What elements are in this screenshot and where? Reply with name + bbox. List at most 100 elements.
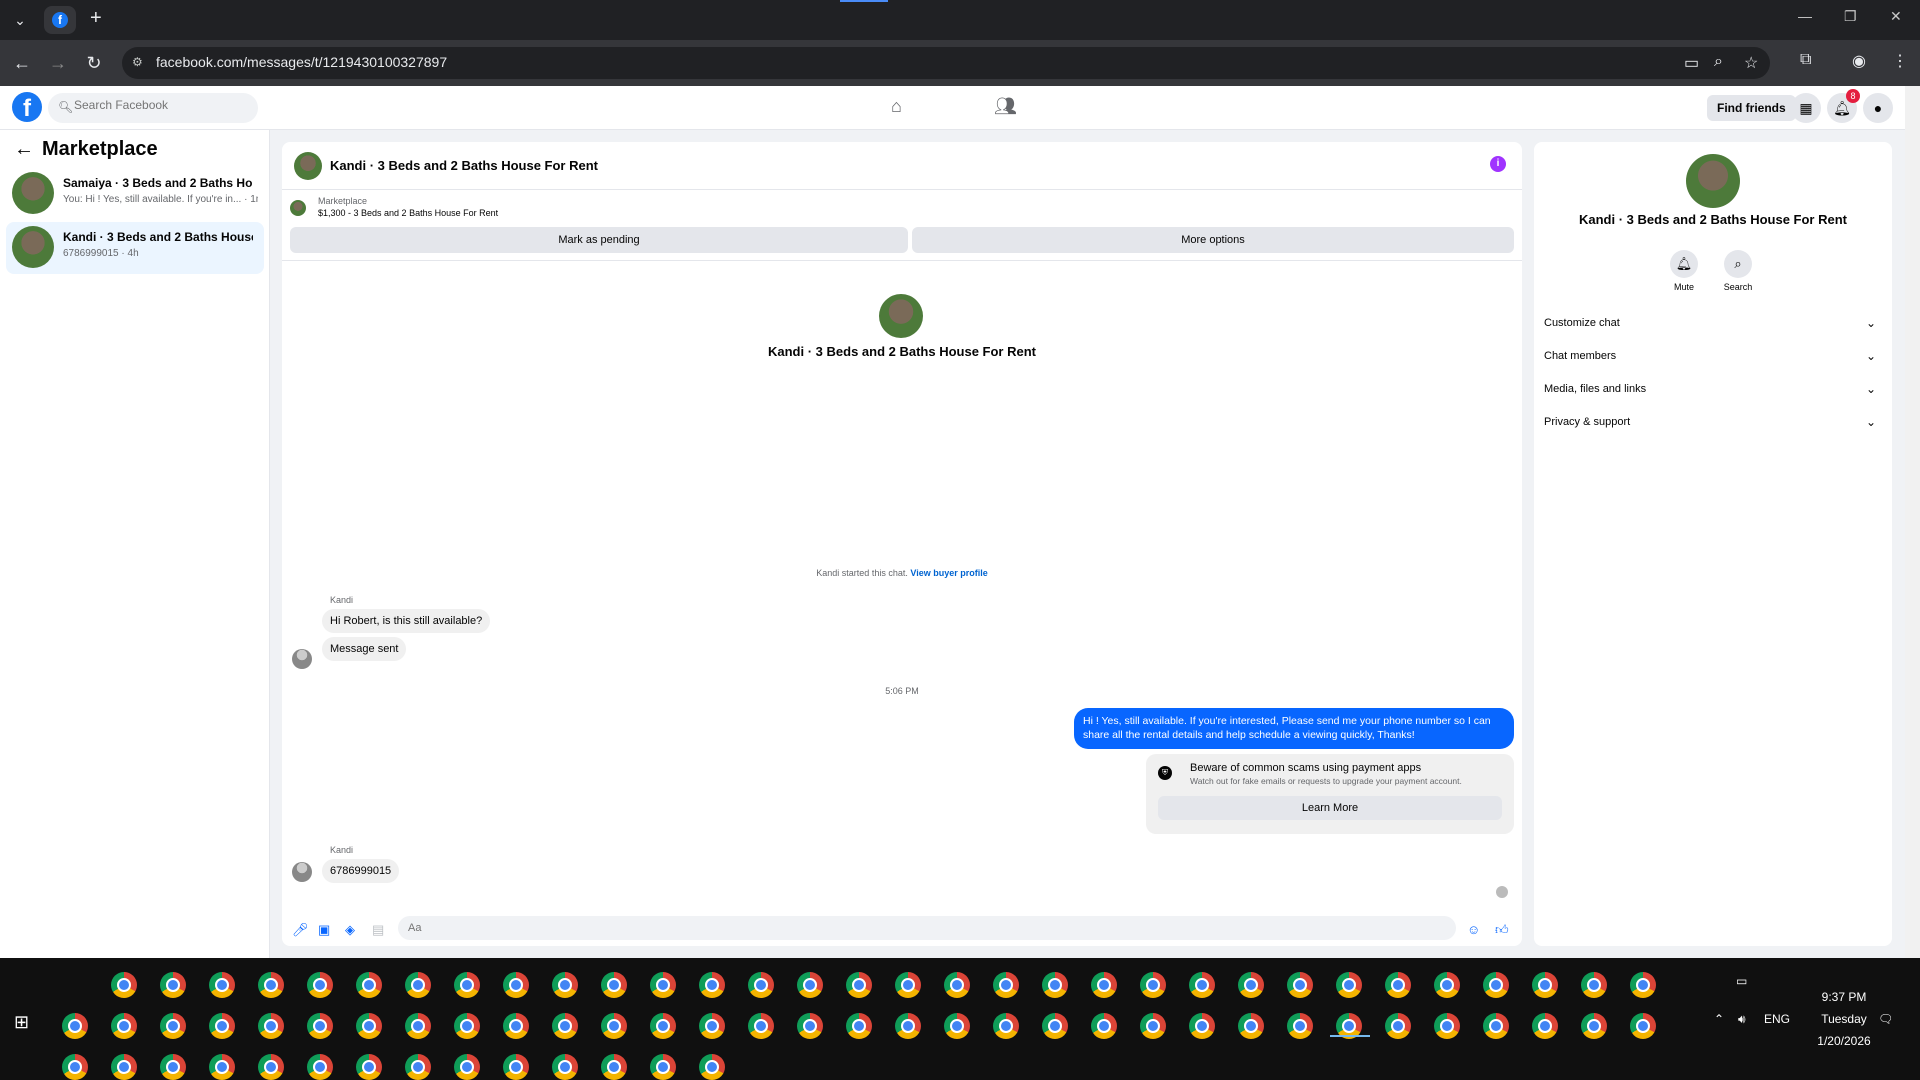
forward-icon[interactable]: →	[46, 51, 70, 75]
taskbar-app-icon[interactable]	[1385, 1013, 1411, 1039]
sticker-icon[interactable]: ◈	[345, 922, 355, 938]
facebook-tab[interactable]: f	[44, 6, 76, 34]
taskbar-app-icon[interactable]	[944, 972, 970, 998]
photo-icon[interactable]: ▣	[318, 922, 330, 938]
find-friends-button[interactable]: Find friends	[1707, 95, 1796, 121]
windows-start-icon[interactable]: ⊞	[14, 1012, 29, 1033]
taskbar-app-icon[interactable]	[1483, 1013, 1509, 1039]
minimize-icon[interactable]: —	[1798, 8, 1812, 24]
chat-members-row[interactable]: Chat members ⌄	[1544, 343, 1882, 369]
taskbar-app-icon[interactable]	[405, 1013, 431, 1039]
page-scrollbar[interactable]	[1905, 86, 1920, 958]
taskbar-app-icon[interactable]	[944, 1013, 970, 1039]
info-icon[interactable]: i	[1490, 156, 1506, 172]
mute-button[interactable]: 🔔︎ Mute	[1664, 250, 1704, 292]
taskbar-app-icon[interactable]	[160, 1013, 186, 1039]
friends-icon[interactable]: 👥︎	[994, 96, 1017, 117]
taskbar-app-icon[interactable]	[62, 1013, 88, 1039]
taskbar-app-icon[interactable]	[503, 972, 529, 998]
taskbar-app-icon[interactable]	[650, 1013, 676, 1039]
taskbar-app-icon[interactable]	[111, 1013, 137, 1039]
taskbar-app-icon[interactable]	[405, 1054, 431, 1080]
taskbar-app-icon[interactable]	[1189, 1013, 1215, 1039]
media-files-links-row[interactable]: Media, files and links ⌄	[1544, 376, 1882, 402]
taskbar-app-icon[interactable]	[307, 972, 333, 998]
taskbar-app-icon[interactable]	[895, 972, 921, 998]
taskbar-app-icon[interactable]	[1140, 972, 1166, 998]
conversation-item[interactable]: Samaiya · 3 Beds and 2 Baths Hou... You:…	[6, 168, 264, 220]
taskbar-app-icon[interactable]	[1091, 1013, 1117, 1039]
apps-grid-icon[interactable]: ▦	[1791, 93, 1821, 123]
taskbar-app-icon[interactable]	[650, 972, 676, 998]
taskbar-app-icon[interactable]	[1483, 972, 1509, 998]
clock-date[interactable]: 1/20/2026	[1808, 1034, 1880, 1048]
message-input[interactable]	[398, 916, 1456, 940]
cast-icon[interactable]: ▭	[1684, 53, 1699, 73]
taskbar-app-icon[interactable]	[1434, 972, 1460, 998]
taskbar-app-icon[interactable]	[748, 1013, 774, 1039]
view-buyer-profile-link[interactable]: View buyer profile	[910, 568, 987, 578]
taskbar-app-icon[interactable]	[601, 972, 627, 998]
taskbar-app-icon[interactable]	[111, 972, 137, 998]
gif-icon[interactable]: ▤	[372, 922, 384, 938]
taskbar-app-icon[interactable]	[1042, 1013, 1068, 1039]
taskbar-app-icon[interactable]	[356, 1054, 382, 1080]
taskbar-app-icon[interactable]	[62, 1054, 88, 1080]
profile-icon[interactable]: ◉	[1852, 51, 1866, 71]
taskbar-app-icon[interactable]	[258, 972, 284, 998]
taskbar-app-icon[interactable]	[797, 1013, 823, 1039]
extensions-icon[interactable]: ⧉	[1800, 51, 1811, 69]
close-icon[interactable]: ✕	[1890, 8, 1902, 25]
address-bar[interactable]: ⚙ facebook.com/messages/t/12194301003278…	[122, 47, 1770, 79]
taskbar-app-icon[interactable]	[307, 1054, 333, 1080]
microphone-icon[interactable]: 🎤︎	[292, 922, 309, 938]
taskbar-app-icon[interactable]	[1630, 972, 1656, 998]
bookmark-star-icon[interactable]: ☆	[1744, 53, 1758, 73]
clock-time[interactable]: 9:37 PM	[1808, 990, 1880, 1004]
search-input[interactable]	[74, 98, 244, 112]
sender-avatar[interactable]	[292, 649, 312, 669]
taskbar-app-icon[interactable]	[160, 972, 186, 998]
taskbar-app-icon[interactable]	[846, 972, 872, 998]
emoji-icon[interactable]: ☺	[1467, 922, 1480, 937]
taskbar-app-icon[interactable]	[1042, 972, 1068, 998]
site-info-icon[interactable]: ⚙	[132, 55, 148, 71]
taskbar-app-icon[interactable]	[699, 1054, 725, 1080]
restore-icon[interactable]: ❐	[1844, 8, 1857, 25]
taskbar-app-icon[interactable]	[258, 1013, 284, 1039]
back-arrow-icon[interactable]: ←	[14, 138, 34, 160]
learn-more-button[interactable]: Learn More	[1158, 796, 1502, 820]
more-options-button[interactable]: More options	[912, 227, 1514, 253]
back-icon[interactable]: ←	[10, 51, 34, 75]
mark-pending-button[interactable]: Mark as pending	[290, 227, 908, 253]
taskbar-app-icon[interactable]	[160, 1054, 186, 1080]
taskbar-app-icon[interactable]	[503, 1054, 529, 1080]
url-text[interactable]: facebook.com/messages/t/1219430100327897	[156, 54, 447, 70]
taskbar-app-icon[interactable]	[1287, 1013, 1313, 1039]
taskbar-app-icon[interactable]	[1238, 1013, 1264, 1039]
chat-title[interactable]: Kandi · 3 Beds and 2 Baths House For Ren…	[330, 158, 598, 173]
taskbar-app-icon[interactable]	[699, 972, 725, 998]
taskbar-app-icon[interactable]	[797, 972, 823, 998]
taskbar-app-icon[interactable]	[1091, 972, 1117, 998]
taskbar-app-icon[interactable]	[1336, 972, 1362, 998]
outgoing-message[interactable]: Hi ! Yes, still available. If you're int…	[1074, 708, 1514, 750]
taskbar-app-icon[interactable]	[552, 1013, 578, 1039]
account-avatar[interactable]: ●	[1863, 93, 1893, 123]
home-icon[interactable]: ⌂	[891, 96, 902, 117]
taskbar-app-icon[interactable]	[601, 1013, 627, 1039]
taskbar-app-icon[interactable]	[503, 1013, 529, 1039]
search-button[interactable]: ⌕ Search	[1718, 250, 1758, 292]
taskbar-app-icon[interactable]	[1532, 1013, 1558, 1039]
taskbar-app-icon[interactable]	[258, 1054, 284, 1080]
facebook-search[interactable]: 🔍︎	[48, 93, 258, 123]
taskbar-app-icon[interactable]	[209, 972, 235, 998]
taskbar-app-icon[interactable]	[307, 1013, 333, 1039]
taskbar-app-icon[interactable]	[1238, 972, 1264, 998]
taskbar-app-icon[interactable]	[454, 1013, 480, 1039]
clock-day[interactable]: Tuesday	[1808, 1012, 1880, 1026]
customize-chat-row[interactable]: Customize chat ⌄	[1544, 310, 1882, 336]
language-indicator[interactable]: ENG	[1764, 1012, 1790, 1026]
taskbar-app-icon[interactable]	[552, 972, 578, 998]
new-tab-icon[interactable]: +	[90, 7, 102, 30]
